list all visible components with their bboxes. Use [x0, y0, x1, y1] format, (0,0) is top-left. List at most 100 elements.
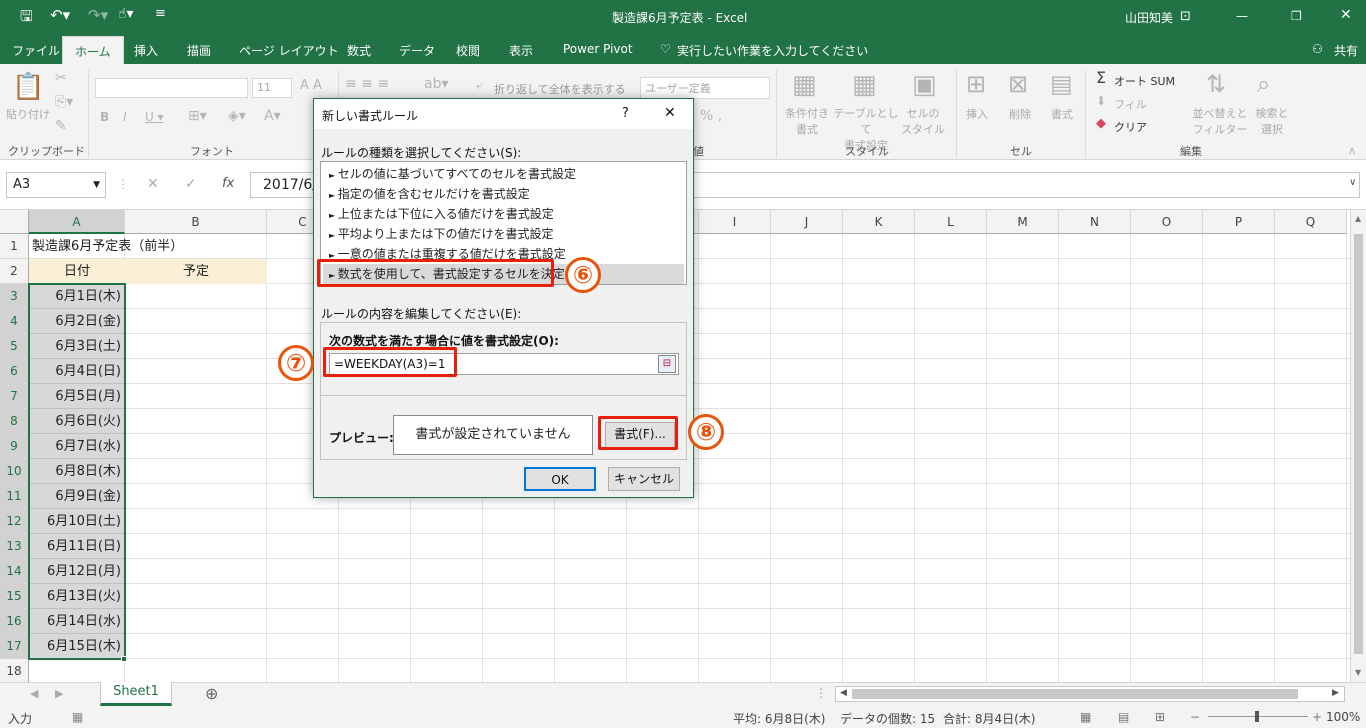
font-name-box[interactable]	[95, 78, 248, 98]
tab-insert[interactable]: 挿入	[134, 42, 158, 59]
fill-handle[interactable]	[121, 656, 127, 662]
find-select-button[interactable]: 検索と 選択	[1250, 105, 1294, 137]
autosum-button[interactable]: オート SUM	[1114, 73, 1175, 89]
close-icon[interactable]: ✕	[664, 105, 676, 121]
row-header-6[interactable]: 6	[0, 359, 29, 384]
insert-cells-icon[interactable]: ⊞	[966, 70, 986, 98]
row-header-16[interactable]: 16	[0, 609, 29, 634]
split-handle-icon[interactable]: ⋮	[815, 686, 827, 700]
tab-data[interactable]: データ	[399, 42, 435, 59]
row-header-13[interactable]: 13	[0, 534, 29, 559]
font-color-icon[interactable]: A▾	[264, 108, 281, 124]
tab-power-pivot[interactable]: Power Pivot	[563, 42, 633, 56]
fill-icon[interactable]: ⬇	[1096, 94, 1106, 108]
delete-cells-button[interactable]: 削除	[1009, 106, 1031, 122]
column-header-n[interactable]: N	[1059, 210, 1131, 234]
conditional-format-icon[interactable]: ▦	[792, 70, 817, 100]
name-box[interactable]: A3 ▼	[6, 172, 106, 198]
wrap-text-button[interactable]: 折り返して全体を表示する	[494, 81, 626, 97]
format-painter-icon[interactable]: ✎	[55, 118, 67, 134]
row-header-10[interactable]: 10	[0, 459, 29, 484]
align-top-icon[interactable]: ≡ ≡ ≡	[345, 76, 389, 92]
touch-mode-icon[interactable]: ☝▾	[118, 6, 134, 22]
tell-me-input[interactable]: 実行したい作業を入力してください	[677, 42, 868, 59]
copy-icon[interactable]: ⎘▾	[55, 94, 73, 110]
undo-icon[interactable]: ↶▾	[50, 6, 70, 24]
percent-icon[interactable]: % ,	[700, 108, 722, 124]
tab-page-layout[interactable]: ページ レイアウト	[239, 42, 339, 59]
tab-view[interactable]: 表示	[509, 42, 533, 59]
orientation-icon[interactable]: ab▾	[424, 76, 449, 92]
cell-style-button[interactable]: セルの スタイル	[898, 105, 948, 137]
sheet-tab-sheet1[interactable]: Sheet1	[100, 682, 172, 706]
table-format-icon[interactable]: ▦	[852, 70, 877, 100]
row-header-4[interactable]: 4	[0, 309, 29, 334]
zoom-in-icon[interactable]: +	[1312, 710, 1322, 724]
rule-type-item[interactable]: ► セルの値に基づいてすべてのセルを書式設定	[323, 164, 684, 184]
conditional-format-button[interactable]: 条件付き 書式	[782, 105, 832, 137]
collapse-dialog-icon[interactable]: ⊟	[658, 355, 676, 373]
scroll-up-icon[interactable]: ▲	[1355, 214, 1361, 223]
italic-icon[interactable]: I	[123, 110, 127, 124]
tab-file[interactable]: ファイル	[12, 42, 60, 59]
row-header-2[interactable]: 2	[0, 259, 29, 284]
bold-icon[interactable]: B	[100, 110, 109, 124]
cell-style-icon[interactable]: ▣	[912, 70, 937, 100]
ok-button[interactable]: OK	[524, 467, 596, 491]
fill-color-icon[interactable]: ◈▾	[228, 108, 246, 124]
paste-label[interactable]: 貼り付け	[6, 106, 50, 122]
add-sheet-icon[interactable]: ⊕	[205, 684, 218, 703]
save-icon[interactable]: 🖫	[20, 6, 33, 31]
prev-sheet-icon[interactable]: ◀	[30, 687, 38, 700]
column-header-o[interactable]: O	[1131, 210, 1203, 234]
normal-view-icon[interactable]: ▦	[1080, 710, 1091, 724]
row-header-1[interactable]: 1	[0, 234, 29, 259]
zoom-level[interactable]: 100%	[1326, 710, 1360, 724]
scroll-left-icon[interactable]: ◀	[840, 688, 847, 698]
insert-cells-button[interactable]: 挿入	[966, 106, 988, 122]
find-select-icon[interactable]: ⌕	[1257, 70, 1270, 98]
tab-draw[interactable]: 描画	[187, 42, 211, 59]
vertical-scrollbar[interactable]: ▲ ▼	[1350, 210, 1366, 682]
redo-icon[interactable]: ↷▾	[88, 6, 108, 24]
minimize-icon[interactable]: —	[1236, 9, 1248, 23]
format-cells-icon[interactable]: ▤	[1050, 70, 1073, 98]
horizontal-scrollbar[interactable]: ◀ ▶	[835, 686, 1345, 702]
border-icon[interactable]: ⊞▾	[188, 108, 207, 124]
cell-a1[interactable]: 製造課6月予定表（前半）	[32, 234, 183, 259]
underline-icon[interactable]: U ▾	[145, 110, 164, 124]
enter-formula-icon[interactable]: ✓	[185, 176, 197, 192]
column-header-b[interactable]: B	[125, 210, 267, 234]
rule-type-item[interactable]: ► 平均より上または下の値だけを書式設定	[323, 224, 684, 244]
column-header-j[interactable]: J	[771, 210, 843, 234]
cell-a2[interactable]: 日付	[29, 259, 125, 284]
cell-b2[interactable]: 予定	[125, 259, 267, 284]
page-break-view-icon[interactable]: ⊞	[1155, 710, 1165, 724]
page-layout-view-icon[interactable]: ▤	[1118, 710, 1129, 724]
zoom-slider-thumb[interactable]	[1255, 711, 1259, 722]
row-header-11[interactable]: 11	[0, 484, 29, 509]
tab-home[interactable]: ホーム	[62, 36, 124, 64]
help-icon[interactable]: ?	[622, 106, 629, 121]
column-header-l[interactable]: L	[915, 210, 987, 234]
row-header-5[interactable]: 5	[0, 334, 29, 359]
close-window-icon[interactable]: ✕	[1340, 7, 1352, 23]
row-header-8[interactable]: 8	[0, 409, 29, 434]
column-header-q[interactable]: Q	[1275, 210, 1347, 234]
select-all-button[interactable]	[0, 210, 29, 234]
restore-icon[interactable]: ❐	[1291, 9, 1302, 23]
scroll-down-icon[interactable]: ▼	[1355, 668, 1361, 677]
row-header-17[interactable]: 17	[0, 634, 29, 659]
name-box-dropdown-icon[interactable]: ▼	[93, 173, 100, 197]
cut-icon[interactable]: ✂	[55, 70, 67, 86]
column-header-k[interactable]: K	[843, 210, 915, 234]
fill-button[interactable]: フィル	[1114, 96, 1147, 112]
column-header-a[interactable]: A	[29, 210, 125, 234]
row-header-7[interactable]: 7	[0, 384, 29, 409]
customize-qat-icon[interactable]: ≡	[155, 6, 166, 21]
column-header-m[interactable]: M	[987, 210, 1059, 234]
sort-filter-button[interactable]: 並べ替えと フィルター	[1192, 105, 1248, 137]
font-size-box[interactable]: 11	[252, 78, 292, 98]
collapse-ribbon-icon[interactable]: ∧	[1348, 144, 1356, 157]
column-header-p[interactable]: P	[1203, 210, 1275, 234]
